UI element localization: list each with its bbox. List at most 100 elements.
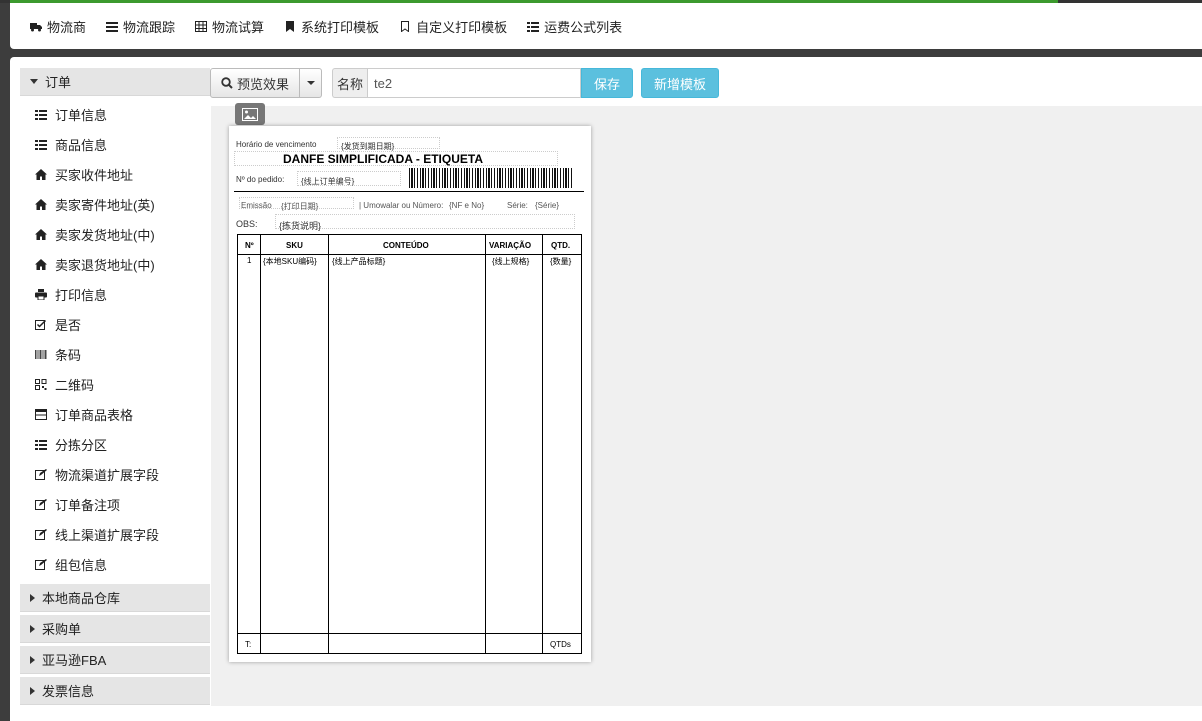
- qrcode-icon: [35, 378, 47, 390]
- caret-right-icon: [30, 686, 35, 695]
- nav-label: 物流跟踪: [123, 19, 176, 35]
- table-divider: [542, 235, 543, 653]
- edit-icon: [35, 498, 47, 510]
- sidebar-item-buyer-address[interactable]: 买家收件地址: [20, 159, 210, 189]
- preview-button[interactable]: 预览效果: [210, 68, 301, 98]
- column-header: QTD.: [551, 241, 571, 250]
- template-canvas[interactable]: Horário de vencimento {发货到期日期} DANFE SIM…: [211, 103, 1202, 706]
- sidebar-item-seller-return-address[interactable]: 卖家退货地址(中): [20, 249, 210, 279]
- nav-system-templates[interactable]: 系统打印模板: [284, 17, 379, 36]
- preview-label: 预览效果: [237, 76, 290, 92]
- template-name-input[interactable]: [367, 68, 582, 98]
- top-navigation: 物流商 物流跟踪 物流试算 系统打印模板 自定义打印模板 运费公式列表: [10, 3, 1202, 49]
- list-icon: [35, 139, 47, 150]
- row-cell: {线上规格}: [492, 257, 530, 266]
- nav-logistics-calc[interactable]: 物流试算: [195, 17, 264, 36]
- sidebar-item-yes-no[interactable]: 是否: [20, 309, 210, 339]
- sidebar-item-order-notes[interactable]: 订单备注项: [20, 489, 210, 519]
- sidebar-item-label: 买家收件地址: [55, 167, 134, 183]
- nav-logistics-tracking[interactable]: 物流跟踪: [106, 17, 175, 36]
- caret-right-icon: [30, 624, 35, 633]
- sidebar-item-print-info[interactable]: 打印信息: [20, 279, 210, 309]
- sidebar-item-package-info[interactable]: 组包信息: [20, 549, 210, 579]
- caret-down-icon: [30, 79, 38, 84]
- divider: [234, 191, 584, 192]
- section-invoice-info[interactable]: 发票信息: [20, 677, 210, 705]
- sidebar-item-label: 条码: [55, 347, 82, 363]
- table-divider: [260, 235, 261, 653]
- tracking-icon: [106, 21, 119, 32]
- series-value: {Série}: [535, 201, 560, 210]
- table-divider: [485, 235, 486, 653]
- sidebar-item-seller-sender-address[interactable]: 卖家寄件地址(英): [20, 189, 210, 219]
- sidebar-item-order-info[interactable]: 订单信息: [20, 99, 210, 129]
- row-cell: 1: [247, 256, 252, 265]
- table-divider: [238, 254, 581, 255]
- editor-toolbar: 预览效果 名称 保存 新增模板: [210, 67, 720, 99]
- nav-label: 物流试算: [212, 19, 265, 35]
- column-header: SKU: [286, 241, 303, 250]
- table-divider: [328, 235, 329, 653]
- save-button[interactable]: 保存: [581, 68, 634, 98]
- sidebar-item-label: 订单商品表格: [55, 407, 134, 423]
- print-icon: [35, 288, 47, 300]
- new-template-button[interactable]: 新增模板: [641, 68, 720, 98]
- edit-icon: [35, 528, 47, 540]
- caret-right-icon: [30, 593, 35, 602]
- caret-right-icon: [30, 655, 35, 664]
- barcode-icon: [35, 349, 47, 359]
- edit-icon: [35, 468, 47, 480]
- edit-icon: [35, 558, 47, 570]
- name-label: 名称: [332, 68, 368, 98]
- preview-dropdown-toggle[interactable]: [300, 68, 323, 98]
- sidebar-item-sorting-zone[interactable]: 分拣分区: [20, 429, 210, 459]
- sidebar-item-seller-ship-address[interactable]: 卖家发货地址(中): [20, 219, 210, 249]
- home-icon: [35, 168, 47, 180]
- section-local-warehouse[interactable]: 本地商品仓库: [20, 584, 210, 612]
- sidebar-item-label: 卖家寄件地址(英): [55, 197, 155, 213]
- column-header: VARIAÇÃO: [489, 241, 532, 250]
- sidebar-item-label: 二维码: [55, 377, 95, 393]
- main-panel: 订单 订单信息 商品信息 买家收件地址 卖家寄件地址(英) 卖家发货地址(中) …: [10, 57, 1202, 721]
- items-table[interactable]: Nº SKU CONTEÚDO VARIAÇÃO QTD. 1 {本地SKU编码…: [237, 234, 582, 654]
- sidebar-item-label: 卖家退货地址(中): [55, 257, 155, 273]
- sidebar-item-label: 分拣分区: [55, 437, 108, 453]
- search-icon: [221, 77, 233, 89]
- sidebar-item-order-product-table[interactable]: 订单商品表格: [20, 399, 210, 429]
- list-icon: [35, 439, 47, 450]
- sidebar-item-online-channel-fields[interactable]: 线上渠道扩展字段: [20, 519, 210, 549]
- invoice-value: {NF e No}: [449, 201, 485, 210]
- section-order[interactable]: 订单: [20, 68, 210, 96]
- truck-icon: [30, 22, 42, 31]
- row-cell: {线上产品标题}: [332, 257, 386, 266]
- sidebar-item-label: 商品信息: [55, 137, 108, 153]
- emission-value: {打印日期}: [281, 202, 319, 211]
- sidebar-item-label: 物流渠道扩展字段: [55, 467, 160, 483]
- sidebar-item-logistics-channel-fields[interactable]: 物流渠道扩展字段: [20, 459, 210, 489]
- obs-value: {拣货说明}: [279, 221, 322, 231]
- order-barcode[interactable]: [409, 168, 572, 188]
- sidebar-item-label: 是否: [55, 317, 82, 333]
- section-purchase-order[interactable]: 采购单: [20, 615, 210, 643]
- nav-freight-formulas[interactable]: 运费公式列表: [527, 17, 622, 36]
- label-title: DANFE SIMPLIFICADA - ETIQUETA: [283, 152, 483, 166]
- sidebar-item-barcode[interactable]: 条码: [20, 339, 210, 369]
- nav-logistics-provider[interactable]: 物流商: [30, 17, 86, 36]
- sidebar-item-label: 订单信息: [55, 107, 108, 123]
- emission-label: Emissão: [241, 201, 272, 210]
- label-paper[interactable]: Horário de vencimento {发货到期日期} DANFE SIM…: [229, 126, 591, 662]
- invoice-label: | Umowalar ou Número:: [359, 201, 444, 210]
- series-label: Série:: [507, 201, 528, 210]
- section-label: 订单: [45, 75, 72, 90]
- section-label: 发票信息: [42, 684, 95, 699]
- sidebar-item-product-info[interactable]: 商品信息: [20, 129, 210, 159]
- section-amazon-fba[interactable]: 亚马逊FBA: [20, 646, 210, 674]
- footer-qty-label: QTDs: [550, 640, 571, 649]
- order-number-label: Nº do pedido:: [236, 175, 285, 184]
- home-icon: [35, 258, 47, 270]
- sidebar-item-qrcode[interactable]: 二维码: [20, 369, 210, 399]
- chevron-down-icon: [306, 81, 315, 85]
- insert-image-button[interactable]: [235, 103, 265, 125]
- column-header: Nº: [245, 241, 254, 250]
- nav-custom-templates[interactable]: 自定义打印模板: [399, 17, 507, 36]
